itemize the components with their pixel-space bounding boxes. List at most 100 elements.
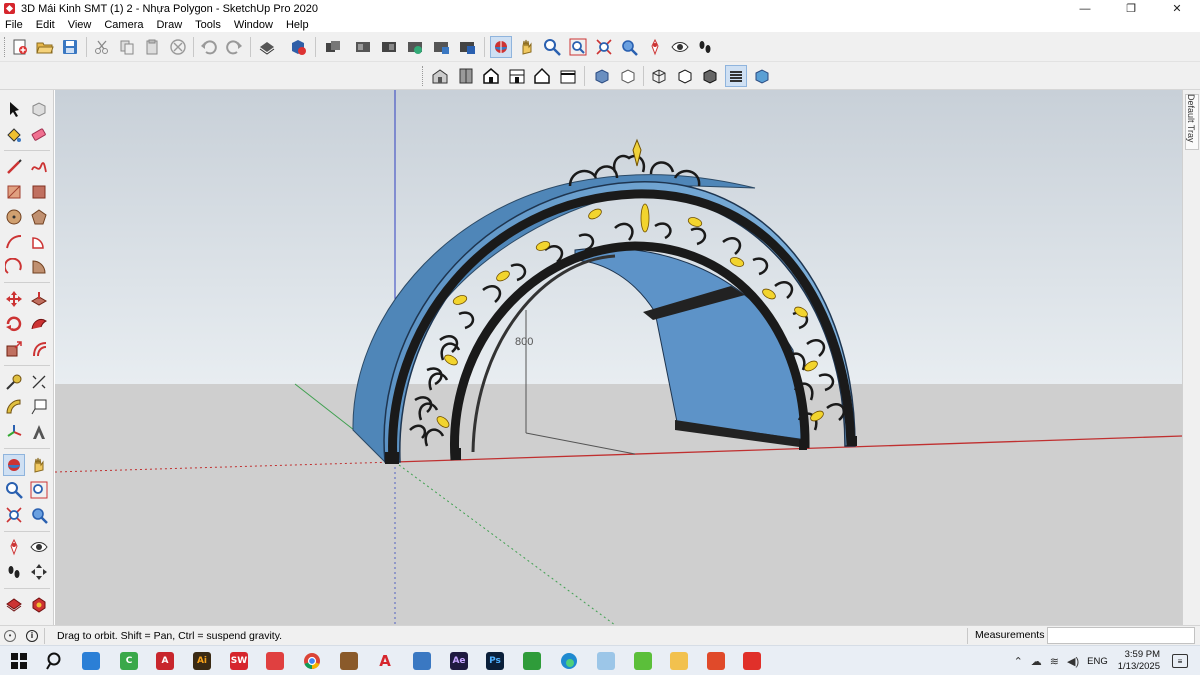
toolbar-grip[interactable] bbox=[422, 66, 425, 86]
extension-icon[interactable] bbox=[28, 593, 50, 615]
paint-icon[interactable] bbox=[595, 650, 617, 672]
vray-icon[interactable] bbox=[705, 650, 727, 672]
menu-camera[interactable]: Camera bbox=[102, 19, 145, 31]
paint-bucket-icon[interactable] bbox=[352, 36, 374, 58]
wireframe-icon[interactable] bbox=[648, 65, 670, 87]
rotated-rectangle-icon[interactable] bbox=[28, 181, 50, 203]
monochrome-icon[interactable] bbox=[751, 65, 773, 87]
after-effects-icon[interactable]: Ae bbox=[448, 650, 470, 672]
photoshop-icon[interactable]: Ps bbox=[484, 650, 506, 672]
sketchup-layout-icon[interactable] bbox=[264, 650, 286, 672]
follow-me-icon[interactable] bbox=[28, 313, 50, 335]
offset-icon[interactable] bbox=[28, 338, 50, 360]
sandbox-icon[interactable] bbox=[404, 36, 426, 58]
tape-measure-icon[interactable] bbox=[378, 36, 400, 58]
calculator-icon[interactable] bbox=[411, 650, 433, 672]
menu-window[interactable]: Window bbox=[232, 19, 275, 31]
camtasia-icon[interactable]: C bbox=[118, 650, 140, 672]
front-view-icon[interactable] bbox=[480, 65, 502, 87]
zoom-icon[interactable] bbox=[3, 479, 25, 501]
app-icon[interactable] bbox=[338, 650, 360, 672]
measurements-input[interactable] bbox=[1047, 627, 1195, 644]
text-icon[interactable] bbox=[28, 396, 50, 418]
close-button[interactable]: ✕ bbox=[1154, 0, 1200, 17]
pan-icon[interactable] bbox=[516, 36, 538, 58]
windows-start-icon[interactable] bbox=[8, 650, 30, 672]
section-display-icon[interactable] bbox=[456, 36, 478, 58]
orbit-icon[interactable] bbox=[490, 36, 512, 58]
arc-icon[interactable] bbox=[3, 231, 25, 253]
wifi-icon[interactable]: ≋ bbox=[1050, 655, 1059, 668]
volume-icon[interactable]: ◀) bbox=[1067, 655, 1079, 668]
make-component-icon[interactable] bbox=[28, 98, 50, 120]
file-explorer-icon[interactable] bbox=[668, 650, 690, 672]
language-indicator[interactable]: ENG bbox=[1087, 656, 1108, 667]
make-component-icon[interactable] bbox=[322, 36, 344, 58]
line-icon[interactable] bbox=[3, 156, 25, 178]
right-view-icon[interactable] bbox=[506, 65, 528, 87]
copy-icon[interactable] bbox=[116, 36, 138, 58]
undo-icon[interactable] bbox=[198, 36, 220, 58]
solidworks-icon[interactable]: SW bbox=[228, 650, 250, 672]
vscode-icon[interactable] bbox=[80, 650, 102, 672]
polygon-icon[interactable] bbox=[28, 206, 50, 228]
zalo-icon[interactable] bbox=[632, 650, 654, 672]
dimension-icon[interactable] bbox=[28, 371, 50, 393]
previous-icon[interactable] bbox=[28, 504, 50, 526]
redo-icon[interactable] bbox=[223, 36, 245, 58]
xray-icon[interactable] bbox=[591, 65, 613, 87]
eraser-icon[interactable] bbox=[28, 124, 50, 146]
default-tray-label[interactable]: Default Tray bbox=[1186, 94, 1196, 148]
tape-measure-icon[interactable] bbox=[3, 371, 25, 393]
restore-button[interactable]: ❐ bbox=[1108, 0, 1154, 17]
clock[interactable]: 3:59 PM 1/13/2025 bbox=[1118, 649, 1160, 673]
notification-icon[interactable]: ≡ bbox=[1172, 654, 1188, 668]
scale-icon[interactable] bbox=[3, 338, 25, 360]
menu-tools[interactable]: Tools bbox=[193, 19, 223, 31]
shaded-textures-icon[interactable] bbox=[725, 65, 747, 87]
zoom-extents-icon[interactable] bbox=[3, 504, 25, 526]
select-icon[interactable] bbox=[3, 98, 25, 120]
two-point-arc-icon[interactable] bbox=[3, 256, 25, 278]
pan-icon[interactable] bbox=[28, 454, 50, 476]
print-icon[interactable] bbox=[256, 36, 278, 58]
cloud-icon[interactable]: ☁ bbox=[1031, 655, 1042, 668]
shaded-icon[interactable] bbox=[699, 65, 721, 87]
geo-location-icon[interactable]: • bbox=[4, 629, 16, 642]
zoom-window-icon[interactable] bbox=[28, 479, 50, 501]
previous-view-icon[interactable] bbox=[618, 36, 640, 58]
coreldraw-icon[interactable] bbox=[521, 650, 543, 672]
erase-icon[interactable] bbox=[167, 36, 189, 58]
model-canvas[interactable]: 800 bbox=[55, 90, 1182, 625]
left-view-icon[interactable] bbox=[557, 65, 579, 87]
iso-view-icon[interactable] bbox=[429, 65, 451, 87]
zoom-extents-icon[interactable] bbox=[593, 36, 615, 58]
save-icon[interactable] bbox=[59, 36, 81, 58]
illustrator-icon[interactable]: Ai bbox=[191, 650, 213, 672]
info-icon[interactable]: i bbox=[26, 629, 38, 642]
zoom-window-icon[interactable] bbox=[567, 36, 589, 58]
chevron-up-icon[interactable]: ⌃ bbox=[1014, 655, 1023, 668]
rotate-icon[interactable] bbox=[3, 313, 25, 335]
position-camera-icon[interactable] bbox=[3, 536, 25, 558]
menu-help[interactable]: Help bbox=[284, 19, 311, 31]
open-icon[interactable] bbox=[34, 36, 56, 58]
menu-draw[interactable]: Draw bbox=[154, 19, 184, 31]
toolbar-grip[interactable] bbox=[4, 37, 7, 57]
move-icon[interactable] bbox=[3, 288, 25, 310]
paint-bucket-icon[interactable] bbox=[3, 124, 25, 146]
rectangle-icon[interactable] bbox=[3, 181, 25, 203]
3d-text-icon[interactable] bbox=[28, 421, 50, 443]
zoom-icon[interactable] bbox=[541, 36, 563, 58]
walk-icon[interactable] bbox=[694, 36, 716, 58]
sketchup-icon[interactable] bbox=[741, 650, 763, 672]
edge-icon[interactable] bbox=[558, 650, 580, 672]
hidden-line-icon[interactable] bbox=[674, 65, 696, 87]
paste-icon[interactable] bbox=[141, 36, 163, 58]
push-pull-icon[interactable] bbox=[28, 288, 50, 310]
freehand-icon[interactable] bbox=[28, 156, 50, 178]
menu-view[interactable]: View bbox=[66, 19, 94, 31]
circle-icon[interactable] bbox=[3, 206, 25, 228]
look-around-icon[interactable] bbox=[669, 36, 691, 58]
position-camera-icon[interactable] bbox=[644, 36, 666, 58]
